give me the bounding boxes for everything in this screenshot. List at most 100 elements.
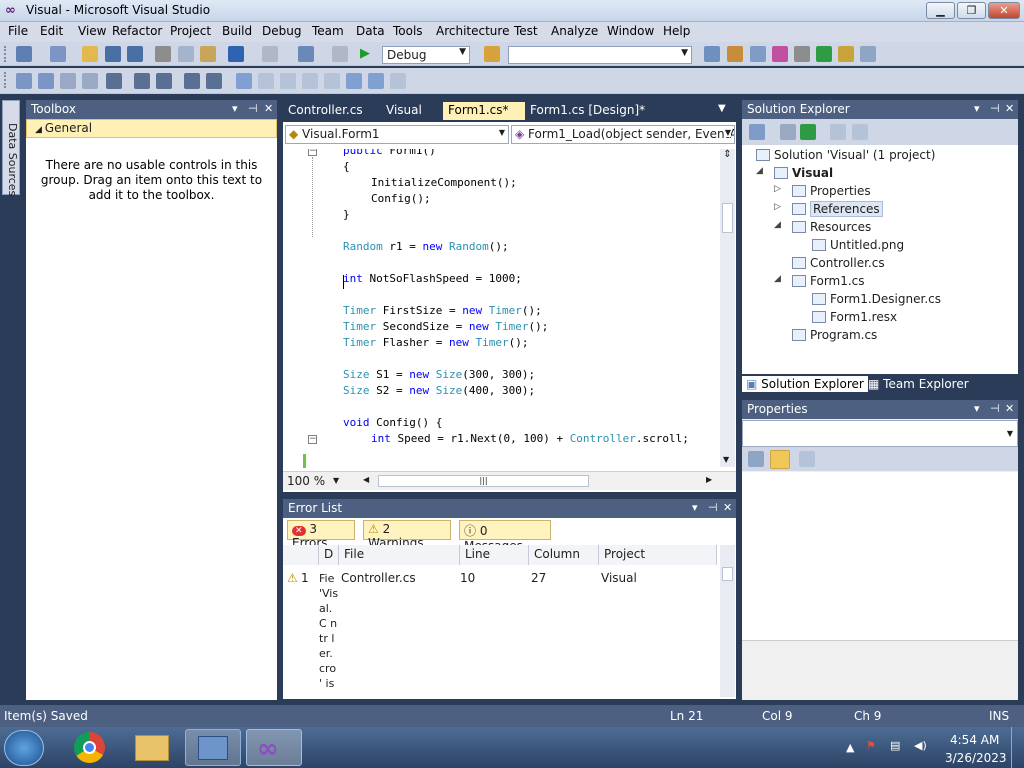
alphabetical-icon[interactable] [770,450,790,469]
volume-icon[interactable]: ◀) [914,739,927,752]
uncomment-lines-icon[interactable] [206,73,222,89]
code-line[interactable]: public Form1() [343,149,436,157]
open-folder-icon[interactable] [82,46,98,62]
menu-tools[interactable]: Tools [393,24,423,38]
editor-tab[interactable]: Visual [381,102,437,120]
tree-item[interactable]: ◢ Resources [774,220,871,234]
error-description[interactable]: Fie 'Vis al.C ntr ler. cro ' is ne [319,571,339,696]
menu-debug[interactable]: Debug [262,24,301,38]
errors-filter-button[interactable]: ✕ 3 Errors [287,520,355,550]
pin-icon[interactable]: ⊣ [990,402,1000,415]
properties-window-icon[interactable] [727,46,743,62]
refresh-icon[interactable] [800,124,816,140]
object-browser-icon[interactable] [750,46,766,62]
find-in-files-icon[interactable] [484,46,500,62]
comment-lines-icon[interactable] [184,73,200,89]
previous-bookmark-icon[interactable] [258,73,274,89]
increase-indent-icon[interactable] [156,73,172,89]
error-column[interactable]: 27 [531,571,546,585]
scroll-thumb[interactable] [722,203,733,233]
navigate-backward-icon[interactable] [298,46,314,62]
data-sources-tab[interactable]: Data Sources [2,100,20,196]
tab-dropdown-icon[interactable]: ▼ [718,103,726,114]
zoom-level[interactable]: 100 % [287,474,325,488]
solution-explorer-icon[interactable] [704,46,720,62]
add-item-icon[interactable] [50,46,66,62]
property-grid[interactable] [742,472,1018,640]
dropdown-icon[interactable]: ▾ [974,102,980,115]
clock-time[interactable]: 4:54 AM [950,733,999,747]
code-line[interactable]: Timer FirstSize = new Timer(); [343,304,542,317]
display-parameter-info-icon[interactable] [38,73,54,89]
view-code-icon[interactable] [830,124,846,140]
expand-arrow-icon[interactable]: ▷ [774,184,781,194]
close-icon[interactable]: ✕ [264,102,273,115]
solution-configuration-dropdown[interactable]: Debug ▼ [382,46,470,64]
tools-icon[interactable] [794,46,810,62]
tree-item[interactable]: ▷ References [774,201,883,217]
code-line[interactable]: Size S2 = new Size(400, 300); [343,384,535,397]
pin-icon[interactable]: ⊣ [990,102,1000,115]
error-project[interactable]: Visual [601,571,637,585]
next-bookmark-in-folder-icon[interactable] [324,73,340,89]
menu-build[interactable]: Build [222,24,252,38]
tree-item[interactable]: ◢ Visual [756,166,833,180]
property-pages-icon[interactable] [799,451,815,467]
horizontal-scroll-thumb[interactable]: ||| [378,475,589,487]
menu-test[interactable]: Test [514,24,538,38]
column-header-file[interactable]: File [339,545,460,565]
menu-edit[interactable]: Edit [40,24,63,38]
column-header-line[interactable]: Line [460,545,529,565]
next-bookmark-icon[interactable] [280,73,296,89]
code-line[interactable]: Timer Flasher = new Timer(); [343,336,528,349]
toolbar-grip[interactable] [4,72,7,88]
menu-view[interactable]: View [78,24,106,38]
pin-icon[interactable]: ⊣ [708,501,718,514]
editor-tab[interactable]: Form1.cs [Design]* [525,102,651,120]
minimize-button[interactable]: ▁ [926,2,955,19]
expand-arrow-icon[interactable]: ◢ [774,274,781,284]
explorer-taskbar-button[interactable] [125,729,181,766]
previous-bookmark-in-folder-icon[interactable] [302,73,318,89]
member-dropdown[interactable]: ◈ Form1_Load(object sender, EventAr ▼ [511,125,735,144]
previous-bookmark-in-document-icon[interactable] [346,73,362,89]
menu-architecture[interactable]: Architecture [436,24,509,38]
tab-solution-explorer[interactable]: ▣ Solution Explorer [742,376,868,392]
network-icon[interactable]: ▤ [890,739,900,752]
error-list-scrollbar[interactable] [720,545,735,697]
menu-team[interactable]: Team [312,24,344,38]
expand-arrow-icon[interactable]: ◢ [774,220,781,230]
code-line[interactable]: Config(); [371,192,431,205]
editor-tab[interactable]: Controller.cs [283,102,375,120]
menu-analyze[interactable]: Analyze [551,24,598,38]
warnings-filter-button[interactable]: ⚠ 2 Warnings [363,520,451,550]
display-object-member-list-icon[interactable] [16,73,32,89]
toolbox-group-general[interactable]: ◢ General [26,119,277,138]
tree-item[interactable]: ◢ Form1.cs [774,274,865,288]
visual-studio-taskbar-button[interactable]: ∞ [246,729,302,766]
tab-team-explorer[interactable]: ▦ Team Explorer [864,376,973,392]
chrome-taskbar-button[interactable] [62,729,118,766]
expand-arrow-icon[interactable]: ▷ [774,202,781,212]
error-line[interactable]: 10 [460,571,475,585]
close-icon[interactable]: ✕ [1005,402,1014,415]
categorized-icon[interactable] [748,451,764,467]
code-line[interactable]: } [343,208,350,221]
scroll-right-icon[interactable]: ▶ [706,475,712,484]
code-line[interactable]: Size S1 = new Size(300, 300); [343,368,535,381]
save-icon[interactable] [105,46,121,62]
menu-window[interactable]: Window [607,24,654,38]
code-line[interactable]: { [343,160,350,173]
tree-item[interactable]: Program.cs [792,328,877,342]
splitter[interactable] [283,492,736,499]
dropdown-icon[interactable]: ▾ [692,501,698,514]
column-header-icon[interactable] [283,545,319,565]
close-icon[interactable]: ✕ [723,501,732,514]
tree-item[interactable]: Controller.cs [792,256,885,270]
undo-icon[interactable] [228,46,244,62]
paste-icon[interactable] [200,46,216,62]
start-button[interactable] [4,730,44,766]
editor-vertical-scrollbar[interactable]: ⇕ ▼ [720,149,735,467]
copy-icon[interactable] [178,46,194,62]
bookmark-icon[interactable] [236,73,252,89]
